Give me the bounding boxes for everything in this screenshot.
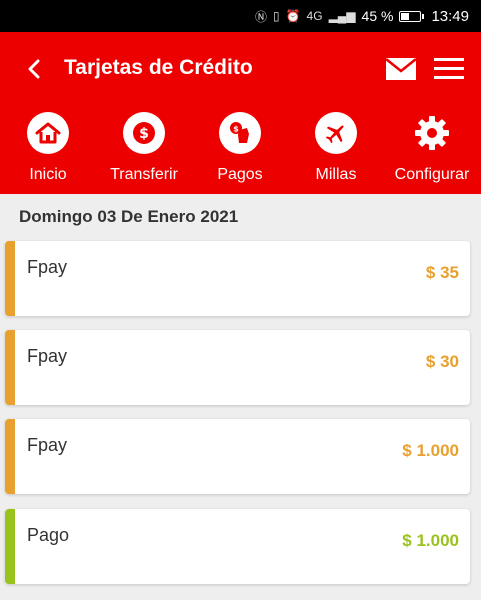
transaction-amount: $ 1.000 — [402, 441, 459, 460]
transaction-name: Fpay — [27, 346, 68, 366]
page-title: Tarjetas de Crédito — [64, 56, 253, 79]
chevron-left-icon — [28, 59, 40, 79]
network-label: 4G — [306, 9, 323, 23]
messages-button[interactable] — [385, 58, 417, 80]
transaction-card[interactable]: Fpay $ 30 — [5, 330, 470, 405]
transaction-amount: $ 35 — [425, 263, 459, 282]
transaction-card[interactable]: Pago $ 1.000 — [5, 509, 470, 584]
alarm-icon: ⏰ — [285, 9, 301, 23]
nav-label: Millas — [315, 166, 357, 183]
transaction-name: Fpay — [27, 435, 68, 455]
nav-pagos[interactable]: $ Pagos — [192, 112, 288, 184]
nav-label: Transferir — [110, 166, 178, 183]
home-icon — [27, 112, 69, 154]
signal-icon: ▂▄▆ — [328, 9, 356, 23]
app-header: Tarjetas de Crédito Inicio $ Transferir … — [0, 32, 481, 194]
status-bar: Ⓝ ▯ ⏰ 4G ▂▄▆ 45 % 13:49 — [0, 0, 481, 32]
status-stripe — [5, 509, 15, 584]
battery-percent: 45 % — [361, 8, 394, 24]
status-stripe — [5, 419, 15, 494]
svg-text:$: $ — [233, 125, 239, 134]
gear-icon — [411, 112, 453, 154]
airplane-icon — [315, 112, 357, 154]
nav-label: Pagos — [217, 166, 263, 183]
hamburger-icon — [434, 58, 464, 79]
envelope-icon — [385, 58, 417, 80]
transaction-name: Fpay — [27, 257, 68, 277]
transaction-name: Pago — [27, 525, 70, 545]
status-stripe — [5, 241, 15, 316]
back-button[interactable] — [22, 54, 46, 84]
quick-actions-nav: Inicio $ Transferir $ Pagos Millas Confi… — [0, 112, 481, 192]
transaction-amount: $ 30 — [425, 352, 459, 371]
dollar-icon: $ — [123, 112, 165, 154]
svg-text:$: $ — [139, 126, 149, 142]
nav-configurar[interactable]: Configurar — [384, 112, 480, 184]
status-stripe — [5, 330, 15, 405]
transaction-card[interactable]: Fpay $ 1.000 — [5, 419, 470, 494]
battery-icon — [399, 10, 425, 22]
nav-millas[interactable]: Millas — [288, 112, 384, 184]
nav-inicio[interactable]: Inicio — [0, 112, 96, 184]
payment-hand-icon: $ — [219, 112, 261, 154]
nfc-icon: Ⓝ — [254, 9, 267, 24]
transaction-card[interactable]: Fpay $ 35 — [5, 241, 470, 316]
date-header: Domingo 03 De Enero 2021 — [19, 207, 239, 226]
vibrate-icon: ▯ — [272, 9, 280, 23]
clock: 13:49 — [431, 7, 469, 25]
header-toolbar: Tarjetas de Crédito — [0, 32, 481, 106]
menu-button[interactable] — [434, 58, 464, 80]
nav-transferir[interactable]: $ Transferir — [96, 112, 192, 184]
transaction-amount: $ 1.000 — [402, 531, 459, 550]
nav-label: Configurar — [394, 166, 470, 183]
nav-label: Inicio — [29, 166, 67, 183]
